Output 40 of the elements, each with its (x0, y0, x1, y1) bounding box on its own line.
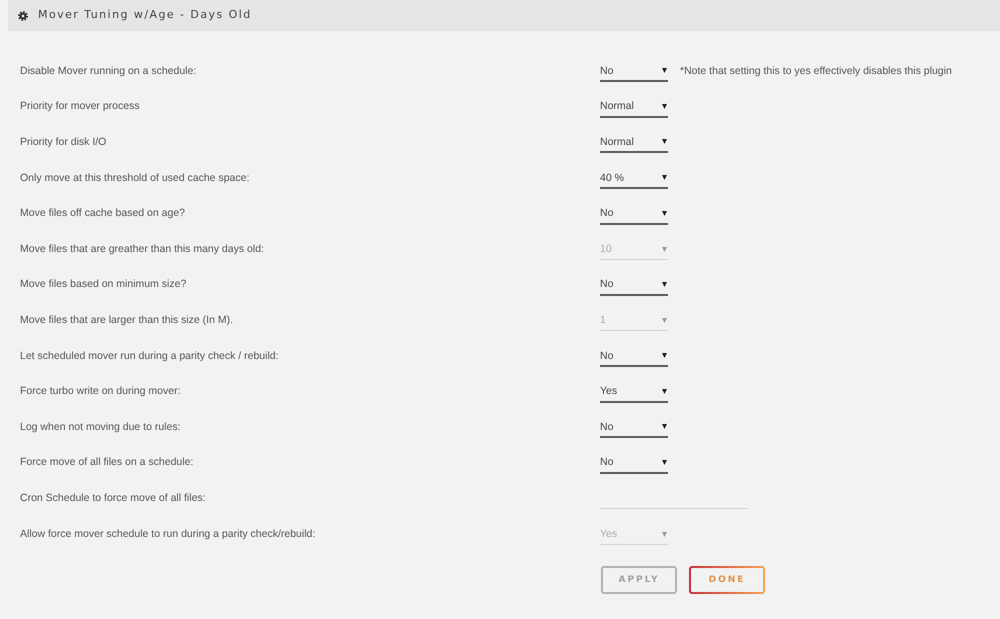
caret-icon (662, 282, 667, 287)
setting-label: Allow force mover schedule to run during a parity check/rebuild: (20, 528, 316, 540)
caret-icon (662, 175, 667, 180)
dropdown[interactable]: No (600, 274, 668, 296)
caret-icon (662, 139, 667, 144)
caret-icon (662, 318, 667, 323)
caret-icon (662, 210, 667, 216)
setting-label: Log when not moving due to rules: (20, 420, 182, 433)
caret-icon (662, 104, 667, 109)
setting-label: Force turbo write on during mover: (20, 385, 182, 398)
setting-label: Move files based on minimum size? (20, 278, 188, 290)
caret-icon (662, 460, 667, 465)
setting-label: Move files that are greather than this many days old: (20, 242, 265, 255)
dropdown[interactable]: No (600, 204, 668, 225)
setting-label: Cron Schedule to force move of all files: (20, 492, 207, 504)
dropdown[interactable]: No (600, 346, 668, 368)
caret-icon (662, 353, 667, 358)
setting-label: Move files that are larger than this size (In M). (20, 314, 234, 326)
dropdown[interactable]: No (600, 452, 668, 474)
setting-label: Priority for disk I/O (20, 136, 108, 148)
setting-label: Let scheduled mover run during a parity check / rebuild: (20, 350, 280, 362)
caret-icon (662, 246, 667, 252)
caret-icon (662, 424, 667, 430)
setting-label: Disable Mover running on a schedule: (20, 64, 198, 77)
setting-label: Priority for mover process (20, 100, 141, 112)
dropdown[interactable]: No (600, 61, 668, 82)
setting-label: Move files off cache based on age? (20, 207, 186, 220)
setting-label: Force move of all files on a schedule: (20, 456, 194, 468)
caret-icon (662, 388, 667, 394)
dropdown[interactable]: Yes (600, 382, 668, 403)
caret-icon (662, 532, 667, 537)
gear-icon (18, 10, 28, 20)
section-title: Mover Tuning w/Age - Days Old (38, 8, 252, 21)
setting-label: Only move at this threshold of used cache space: (20, 172, 250, 184)
dropdown[interactable]: Normal (600, 132, 668, 154)
dropdown[interactable]: 40 % (600, 168, 668, 190)
dropdown[interactable]: Normal (600, 96, 668, 118)
note-text: *Note that setting this to yes effectively disables this plugin (680, 64, 953, 77)
caret-icon (662, 68, 667, 74)
dropdown[interactable]: No (600, 417, 668, 438)
